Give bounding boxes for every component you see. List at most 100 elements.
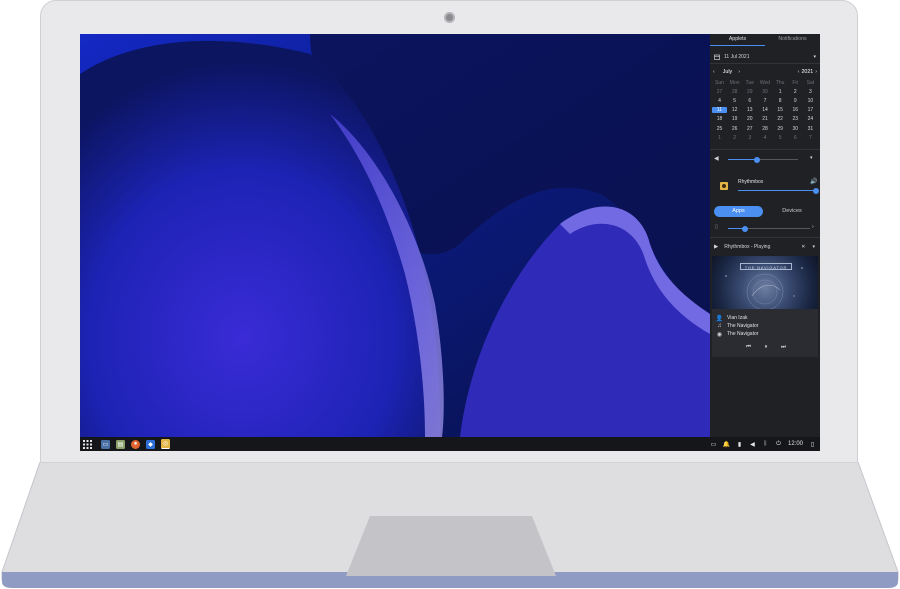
- divider: [710, 237, 820, 238]
- rhythmbox-taskbar-icon[interactable]: ◎: [161, 439, 170, 449]
- tab-applets[interactable]: Applets: [710, 34, 765, 46]
- calendar-day[interactable]: 7: [757, 98, 772, 104]
- microphone-icon[interactable]: ▯: [715, 224, 718, 230]
- clipboard-icon[interactable]: ▮: [736, 441, 743, 448]
- track-title: The Navigator: [727, 323, 759, 329]
- file-manager-icon[interactable]: ▤: [116, 439, 125, 449]
- mic-volume-row: ▯ ›: [714, 224, 816, 233]
- calendar-day[interactable]: 10: [803, 98, 818, 104]
- calendar-day[interactable]: 5: [773, 135, 788, 141]
- calendar-day[interactable]: 18: [712, 116, 727, 122]
- volume-tray-icon[interactable]: ◀: [749, 441, 756, 448]
- calendar-day[interactable]: 29: [773, 126, 788, 132]
- calendar-day[interactable]: 4: [757, 135, 772, 141]
- next-month-icon[interactable]: ›: [738, 69, 740, 75]
- devices-button[interactable]: Devices: [768, 206, 816, 217]
- album-name: The Navigator: [727, 331, 759, 337]
- calendar-day[interactable]: 30: [788, 126, 803, 132]
- screen: Applets Notifications 11 Jul 2021 ▾ ‹ Ju…: [80, 34, 820, 451]
- calendar-day[interactable]: 1: [712, 135, 727, 141]
- next-year-icon[interactable]: ›: [815, 69, 817, 75]
- title-row: ♫ The Navigator: [712, 322, 818, 330]
- calendar-day[interactable]: 22: [773, 116, 788, 122]
- clock[interactable]: 12:00: [788, 441, 803, 447]
- screen-icon[interactable]: ▭: [710, 441, 717, 448]
- calendar-day[interactable]: 6: [742, 98, 757, 104]
- calendar-day[interactable]: 25: [712, 126, 727, 132]
- calendar-day[interactable]: 2: [788, 89, 803, 95]
- pause-icon[interactable]: ⏸: [765, 344, 768, 351]
- date-header: 11 Jul 2021 ▾: [714, 52, 816, 61]
- play-icon[interactable]: ▶: [714, 244, 718, 250]
- prev-year-icon[interactable]: ‹: [798, 69, 800, 75]
- close-icon[interactable]: ✕: [801, 244, 805, 250]
- calendar-day[interactable]: 21: [757, 116, 772, 122]
- calendar-day[interactable]: 15: [773, 107, 788, 113]
- disc-icon: ◉: [716, 331, 723, 338]
- calendar-day[interactable]: 13: [742, 107, 757, 113]
- calendar-day[interactable]: 31: [803, 126, 818, 132]
- calendar-day[interactable]: 17: [803, 107, 818, 113]
- user-icon: 👤: [715, 315, 724, 322]
- calendar-day[interactable]: 1: [773, 89, 788, 95]
- calendar-day[interactable]: 24: [803, 116, 818, 122]
- app-volume-handle[interactable]: [813, 187, 819, 194]
- speaker-icon[interactable]: ◀: [714, 155, 719, 162]
- desktop-wallpaper[interactable]: [80, 34, 710, 437]
- apps-button[interactable]: Apps: [714, 206, 763, 217]
- firefox-icon[interactable]: ●: [131, 439, 140, 449]
- tab-notifications[interactable]: Notifications: [765, 34, 820, 46]
- calendar-day[interactable]: 27: [742, 126, 757, 132]
- next-icon[interactable]: ⏭: [781, 344, 786, 351]
- calendar-day[interactable]: 5: [727, 98, 742, 104]
- calendar-day[interactable]: 16: [788, 107, 803, 113]
- calendar-day[interactable]: 28: [727, 89, 742, 95]
- chevron-down-icon[interactable]: ▾: [813, 54, 816, 60]
- month-label: July: [722, 68, 733, 75]
- bell-icon[interactable]: 🔔: [723, 441, 730, 448]
- calendar-day[interactable]: 23: [788, 116, 803, 122]
- bluetooth-icon[interactable]: ᛒ: [762, 441, 769, 448]
- previous-icon[interactable]: ⏮: [746, 344, 751, 351]
- week-row: 11 12 13 14 15 16 17: [712, 106, 818, 115]
- player-status: Rhythmbox - Playing: [724, 243, 771, 250]
- calendar-day[interactable]: 12: [727, 107, 742, 113]
- calendar-day[interactable]: 6: [788, 135, 803, 141]
- calendar-day[interactable]: 20: [742, 116, 757, 122]
- calendar-day[interactable]: 27: [712, 89, 727, 95]
- software-manager-icon[interactable]: ◆: [146, 439, 155, 449]
- calendar-day[interactable]: 14: [757, 107, 772, 113]
- calendar-day[interactable]: 29: [742, 89, 757, 95]
- calendar-day[interactable]: 30: [757, 89, 772, 95]
- calendar-day[interactable]: 3: [803, 89, 818, 95]
- player-header: ▶ Rhythmbox - Playing ✕ ▾: [714, 242, 818, 251]
- calendar-day[interactable]: 9: [788, 98, 803, 104]
- power-icon[interactable]: ⏻: [775, 441, 782, 448]
- mic-volume-handle[interactable]: [742, 225, 749, 232]
- panel-toggle-icon[interactable]: ▯: [809, 441, 816, 448]
- applets-panel: Applets Notifications 11 Jul 2021 ▾ ‹ Ju…: [710, 34, 820, 437]
- divider: [710, 149, 820, 150]
- app-menu-grid-icon[interactable]: [83, 439, 92, 449]
- chevron-right-icon[interactable]: ›: [812, 224, 814, 230]
- webcam: [444, 12, 455, 23]
- calendar-day-today[interactable]: 11: [712, 107, 727, 114]
- master-volume-handle[interactable]: [753, 156, 760, 163]
- chevron-down-icon[interactable]: ▾: [812, 244, 815, 250]
- calendar-day[interactable]: 28: [757, 126, 772, 132]
- volume-icon[interactable]: 🔊: [810, 178, 817, 185]
- weekday-row: Sun Mon Tue Wed Thu Fri Sat: [712, 78, 818, 87]
- app-name: Rhythmbox: [738, 179, 764, 185]
- show-desktop-icon[interactable]: ▭: [101, 439, 110, 449]
- calendar-day[interactable]: 7: [803, 135, 818, 141]
- calendar-day[interactable]: 26: [727, 126, 742, 132]
- calendar-day[interactable]: 8: [773, 98, 788, 104]
- calendar-day[interactable]: 4: [712, 98, 727, 104]
- touchpad[interactable]: [346, 516, 556, 576]
- chevron-down-icon[interactable]: ▾: [810, 155, 813, 161]
- prev-month-icon[interactable]: ‹: [713, 69, 715, 75]
- calendar-day[interactable]: 3: [742, 135, 757, 141]
- calendar-day[interactable]: 19: [727, 116, 742, 122]
- playback-controls: ⏮ ⏸ ⏭: [746, 343, 786, 351]
- calendar-day[interactable]: 2: [727, 135, 742, 141]
